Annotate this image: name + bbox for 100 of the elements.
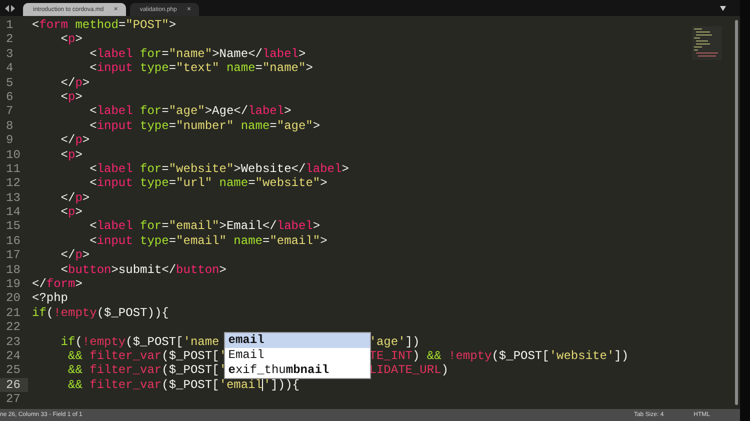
- string-literal: "age": [276, 118, 313, 133]
- code-text: <: [88, 234, 97, 248]
- code-text: <: [88, 46, 97, 61]
- code-text: </: [60, 190, 76, 205]
- code-text: >Age</: [204, 104, 248, 118]
- tab-scroll-icon[interactable]: [5, 4, 15, 12]
- code-text: (: [75, 334, 82, 349]
- suggestion-item[interactable]: email: [225, 332, 370, 348]
- code-text: >: [82, 76, 90, 90]
- minimap-drawing[interactable]: [692, 26, 722, 60]
- suggestion-item[interactable]: exif_thumbnail: [225, 362, 370, 378]
- code-text: ($_POST)){: [96, 306, 169, 320]
- line-number: 12: [5, 176, 22, 191]
- tag-name: label: [276, 219, 313, 234]
- line-number: 26: [0, 378, 28, 392]
- line-number: 27: [5, 392, 22, 407]
- attribute-name: type: [139, 234, 169, 248]
- tag-name: input: [96, 118, 133, 133]
- code-text: >Email</: [219, 219, 277, 234]
- tag-name: form: [39, 18, 68, 32]
- string-literal: "email": [168, 219, 220, 234]
- code-text: <: [88, 162, 97, 176]
- code-text: =: [255, 61, 262, 76]
- keyword: if: [32, 306, 46, 320]
- line-number: 21: [5, 306, 22, 320]
- code-text: </: [60, 133, 76, 148]
- code-text: =: [168, 61, 176, 76]
- string-literal: "email": [270, 234, 320, 248]
- tag-name: p: [75, 190, 82, 205]
- code-text: <: [88, 104, 97, 118]
- scrollbar[interactable]: [734, 20, 738, 405]
- code-text: ($_POST[: [492, 348, 550, 363]
- line-number: 15: [5, 219, 22, 234]
- code-text: <: [60, 205, 68, 220]
- keyword: filter_var: [88, 348, 162, 363]
- attribute-name: name: [218, 176, 248, 190]
- line-number: 4: [5, 61, 14, 76]
- suggestion-item[interactable]: Email: [225, 348, 370, 363]
- keyword: &&: [67, 378, 82, 392]
- tag-name: p: [75, 248, 82, 262]
- tag-name: label: [248, 104, 284, 118]
- code-text: ($_POST[: [162, 363, 220, 378]
- code-text: <: [88, 176, 97, 190]
- tag-name: button: [68, 262, 112, 277]
- code-text: =: [262, 234, 270, 248]
- line-number: 25: [5, 363, 22, 378]
- keyword: filter_var: [88, 378, 162, 392]
- code-text: >: [342, 162, 349, 176]
- keyword: !empty: [82, 334, 126, 349]
- code-text: >: [312, 219, 320, 234]
- string-literal: "name": [262, 61, 306, 76]
- line-number: 3: [5, 46, 14, 62]
- code-text: ]): [405, 334, 420, 349]
- string-literal: "name": [168, 46, 212, 61]
- tag-name: label: [96, 162, 133, 176]
- code-text: </: [32, 277, 46, 292]
- line-number: 18: [5, 262, 22, 278]
- code-text: =: [162, 104, 169, 118]
- string-literal: "url": [176, 176, 212, 190]
- tag-name: label: [96, 219, 133, 234]
- code-text: <: [88, 219, 97, 234]
- code-text: ]): [614, 348, 629, 363]
- code-text: >: [219, 262, 226, 277]
- attribute-name: name: [232, 234, 262, 248]
- tag-name: input: [96, 234, 133, 248]
- code-text: >: [75, 32, 82, 46]
- code-text: >Website</: [234, 162, 306, 176]
- dropdown-icon[interactable]: [720, 6, 726, 10]
- line-number: 14: [5, 205, 22, 220]
- code-text: =: [168, 234, 176, 248]
- tag-name: label: [96, 46, 133, 61]
- code-text: <: [32, 18, 40, 32]
- code-text: (: [46, 306, 54, 320]
- attribute-name: for: [139, 46, 162, 61]
- attribute-name: for: [139, 219, 162, 234]
- code-text: =: [118, 18, 126, 32]
- keyword: !empty: [447, 348, 492, 363]
- code-text: <: [60, 262, 68, 277]
- keyword: LIDATE_URL: [369, 363, 442, 378]
- code-text: <: [60, 32, 68, 46]
- tag-name: p: [68, 148, 76, 162]
- string-literal: "email": [176, 234, 226, 248]
- string-literal: 'name: [183, 334, 220, 349]
- string-literal: ': [263, 378, 271, 392]
- tag-name: input: [96, 176, 133, 190]
- keyword: !empty: [54, 306, 97, 320]
- code-text: >: [82, 248, 90, 262]
- code-text: >: [168, 18, 176, 32]
- code-text: </: [60, 248, 76, 262]
- tag-name: input: [96, 61, 133, 76]
- keyword: filter_var: [88, 363, 162, 378]
- line-number: 8: [5, 118, 14, 134]
- code-text: >: [320, 176, 328, 190]
- code-text: =: [162, 162, 169, 176]
- tag-name: button: [176, 262, 220, 277]
- string-literal: "POST": [126, 18, 169, 32]
- code-text: ($_POST[: [126, 334, 184, 349]
- code-text: </: [60, 76, 76, 90]
- text-cursor: [262, 378, 264, 392]
- code-text: >: [75, 205, 82, 220]
